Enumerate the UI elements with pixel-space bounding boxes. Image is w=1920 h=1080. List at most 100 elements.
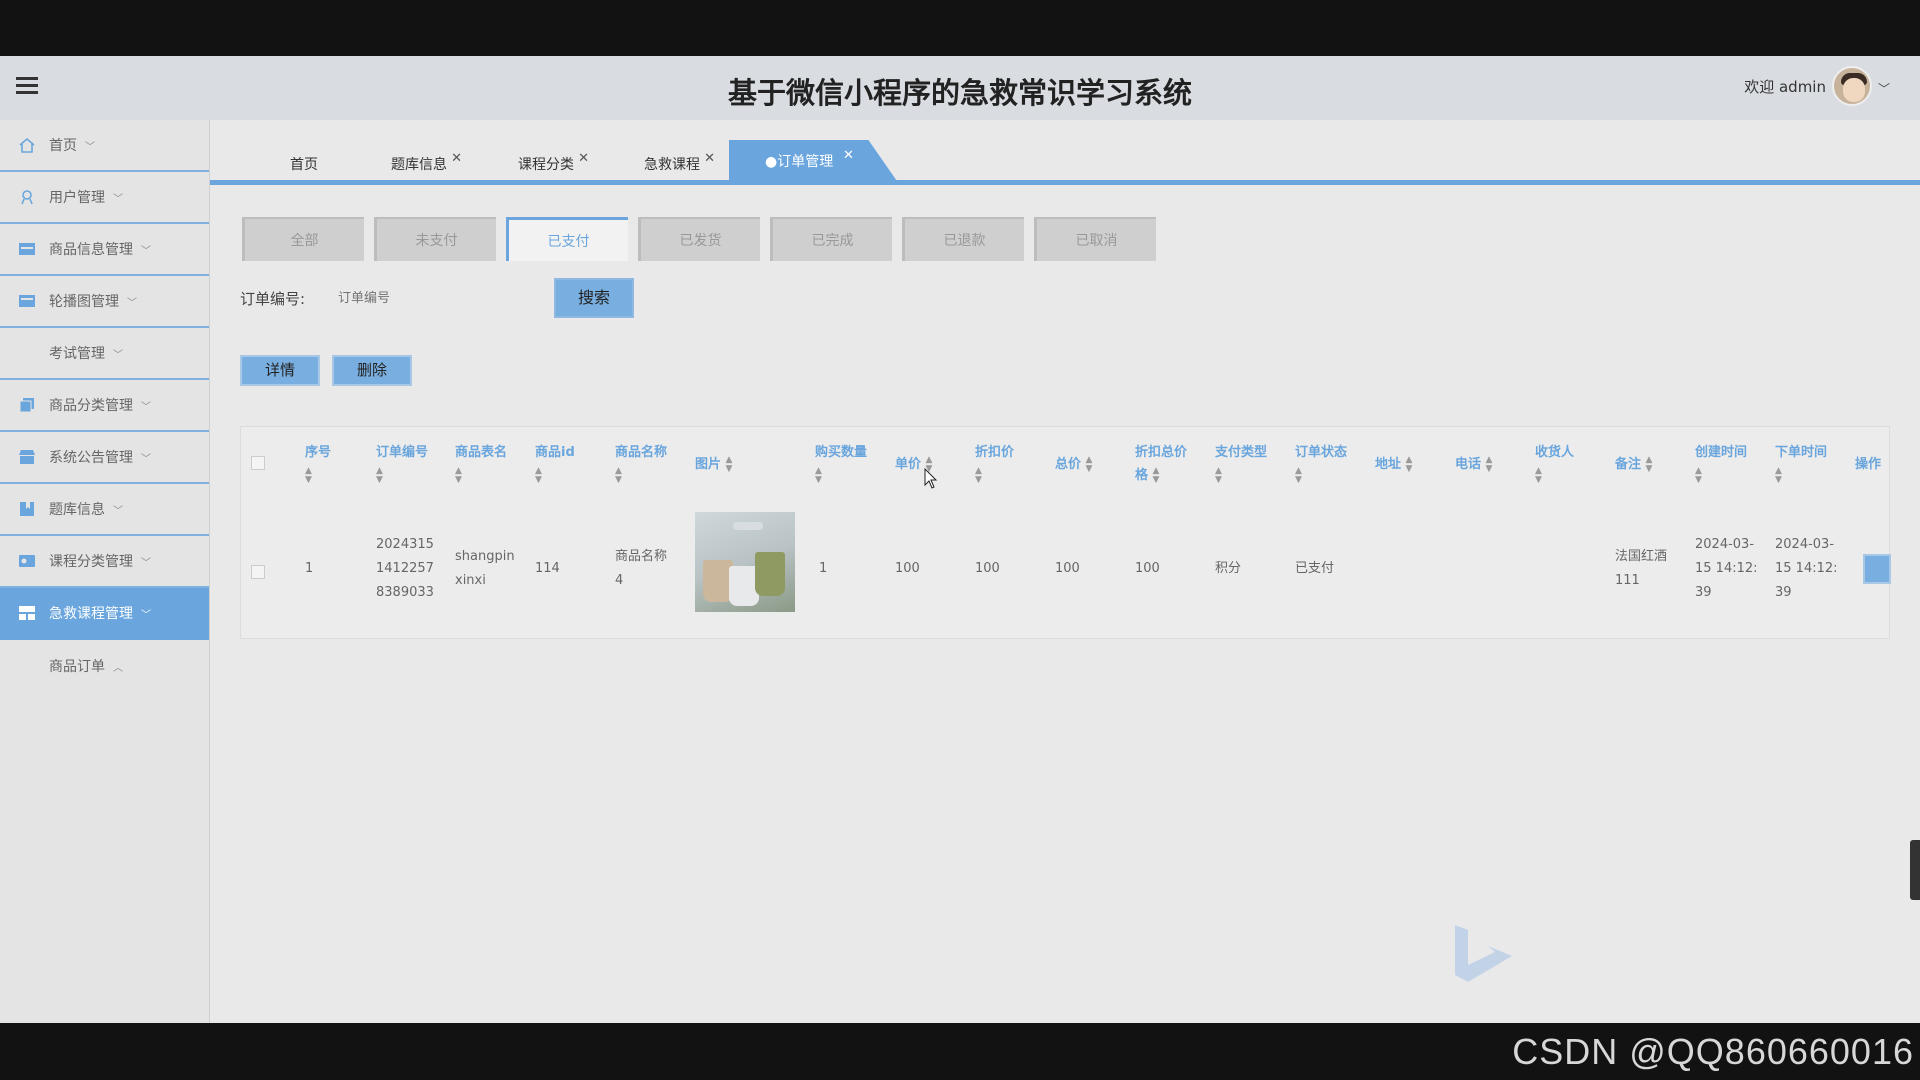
sidebar-item-question-bank[interactable]: 题库信息 ﹀	[0, 484, 209, 536]
sort-icon[interactable]: ▲ ▼	[305, 466, 312, 485]
sidebar-item-course-category[interactable]: 课程分类管理 ﹀	[0, 536, 209, 588]
filter-refunded-button[interactable]: 已退款	[902, 217, 1024, 261]
sidebar-item-label: 课程分类管理	[49, 554, 133, 570]
screen-top-bar	[0, 0, 1920, 56]
sort-icon[interactable]: ▲ ▼	[1646, 455, 1653, 474]
sort-icon[interactable]: ▲ ▼	[1775, 466, 1782, 485]
header-label: 格	[1135, 468, 1149, 483]
tab-underline	[210, 180, 1920, 185]
filter-paid-button[interactable]: 已支付	[506, 217, 628, 261]
side-scroll-handle[interactable]	[1910, 840, 1920, 900]
header-label: 商品名称	[615, 445, 668, 460]
close-icon[interactable]: ✕	[704, 142, 715, 176]
filter-unpaid-button[interactable]: 未支付	[374, 217, 496, 261]
bookmark-icon	[20, 502, 34, 516]
tab-question-bank[interactable]: 题库信息 ✕	[391, 148, 462, 182]
col-header-goods-id[interactable]: 商品id ▲ ▼	[535, 441, 575, 487]
header-label: 商品表名	[455, 445, 508, 460]
filter-all-button[interactable]: 全部	[242, 217, 364, 261]
col-header-index[interactable]: 序号 ▲ ▼	[305, 441, 331, 487]
col-header-goods-name[interactable]: 商品名称 ▲ ▼	[615, 441, 667, 487]
col-header-quantity[interactable]: 购买数量 ▲ ▼	[815, 441, 867, 487]
sort-icon[interactable]: ▲ ▼	[1486, 455, 1493, 474]
close-icon[interactable]: ✕	[451, 142, 462, 176]
cell-total: 100	[1055, 561, 1080, 576]
col-header-created[interactable]: 创建时间 ▲ ▼	[1695, 441, 1747, 487]
search-button[interactable]: 搜索	[554, 278, 634, 318]
sort-icon[interactable]: ▲ ▼	[975, 466, 982, 485]
sidebar-item-users[interactable]: 用户管理 ﹀	[0, 172, 209, 224]
sidebar-item-label: 系统公告管理	[49, 450, 133, 466]
sort-icon[interactable]: ▲ ▼	[376, 466, 383, 485]
header-label: 商品id	[535, 445, 575, 460]
sidebar-item-goods-category[interactable]: 商品分类管理 ﹀	[0, 380, 209, 432]
col-header-address[interactable]: 地址 ▲ ▼	[1375, 453, 1412, 476]
tab-label: 急救课程	[644, 157, 700, 173]
col-header-order-time[interactable]: 下单时间 ▲ ▼	[1775, 441, 1827, 487]
col-header-receiver[interactable]: 收货人 ▲ ▼	[1535, 441, 1574, 487]
sort-icon[interactable]: ▲ ▼	[726, 455, 733, 474]
col-header-order-no[interactable]: 订单编号 ▲ ▼	[376, 441, 428, 487]
cell-index: 1	[305, 561, 314, 576]
filter-shipped-button[interactable]: 已发货	[638, 217, 760, 261]
col-header-discount-price[interactable]: 折扣价 ▲ ▼	[975, 441, 1014, 487]
sort-icon[interactable]: ▲ ▼	[1153, 466, 1160, 485]
page-title: 基于微信小程序的急救常识学习系统	[727, 76, 1192, 110]
row-operation-button[interactable]	[1863, 554, 1891, 584]
sort-icon[interactable]: ▲ ▼	[615, 466, 622, 485]
sidebar-item-exams[interactable]: 考试管理 ﹀	[0, 328, 209, 380]
tab-order-management[interactable]: ●订单管理 ✕	[729, 140, 899, 184]
header-label: 总价	[1055, 457, 1082, 472]
col-header-pay-type[interactable]: 支付类型 ▲ ▼	[1215, 441, 1267, 487]
orders-table: 序号 ▲ ▼ 订单编号 ▲ ▼ 商品表名 ▲ ▼ 商品id ▲ ▼ 商品名称 ▲ ▼ 图片 ▲ ▼ 购…	[240, 426, 1891, 639]
col-header-image[interactable]: 图片 ▲ ▼	[695, 453, 732, 476]
sidebar-item-first-aid-courses[interactable]: 急救课程管理 ﹀	[0, 588, 209, 640]
sort-icon[interactable]: ▲ ▼	[1695, 466, 1702, 485]
tab-home[interactable]: 首页	[290, 148, 318, 182]
product-image[interactable]	[695, 512, 795, 612]
welcome-text: 欢迎 admin	[1744, 78, 1826, 96]
row-checkbox[interactable]	[251, 565, 265, 579]
delete-button[interactable]: 删除	[332, 355, 412, 386]
mouse-cursor-icon	[924, 468, 938, 489]
sort-icon[interactable]: ▲ ▼	[1215, 466, 1222, 485]
close-icon[interactable]: ✕	[843, 140, 854, 178]
header-label: 购买数量	[815, 445, 868, 460]
close-icon[interactable]: ✕	[578, 142, 589, 176]
select-all-checkbox[interactable]	[251, 456, 265, 470]
sidebar: 首页 ﹀ 用户管理 ﹀ 商品信息管理 ﹀ 轮播图管理 ﹀ 考试管理 ﹀ 商品分类管理 ﹀ 系…	[0, 120, 210, 1023]
sort-icon[interactable]: ▲ ▼	[1086, 455, 1093, 474]
sort-icon[interactable]: ▲ ▼	[815, 466, 822, 485]
order-number-input[interactable]	[330, 279, 540, 317]
sort-icon[interactable]: ▲ ▼	[535, 466, 542, 485]
tab-course-category[interactable]: 课程分类 ✕	[518, 148, 589, 182]
cell-goods-name: 商品名称 4	[615, 549, 668, 588]
sort-icon[interactable]: ▲ ▼	[455, 466, 462, 485]
filter-cancelled-button[interactable]: 已取消	[1034, 217, 1156, 261]
bing-logo-icon	[1455, 925, 1512, 982]
list-icon	[19, 243, 35, 255]
sidebar-subitem-goods-orders[interactable]: 商品订单 ︿	[0, 640, 209, 692]
detail-button[interactable]: 详情	[240, 355, 320, 386]
avatar[interactable]	[1832, 66, 1872, 106]
filter-completed-button[interactable]: 已完成	[770, 217, 892, 261]
sidebar-item-announcements[interactable]: 系统公告管理 ﹀	[0, 432, 209, 484]
sidebar-item-carousel[interactable]: 轮播图管理 ﹀	[0, 276, 209, 328]
col-header-phone[interactable]: 电话 ▲ ▼	[1455, 453, 1492, 476]
col-header-goods-table[interactable]: 商品表名 ▲ ▼	[455, 441, 507, 487]
col-header-remark[interactable]: 备注 ▲ ▼	[1615, 453, 1652, 476]
sidebar-item-goods-info[interactable]: 商品信息管理 ﹀	[0, 224, 209, 276]
col-header-order-status[interactable]: 订单状态 ▲ ▼	[1295, 441, 1347, 487]
sidebar-subitem-label: 商品订单	[49, 659, 105, 675]
col-header-discount-total[interactable]: 折扣总价格 ▲ ▼	[1135, 441, 1187, 487]
sort-icon[interactable]: ▲ ▼	[1295, 466, 1302, 485]
sidebar-item-label: 轮播图管理	[49, 294, 119, 310]
cell-order-status: 已支付	[1295, 561, 1335, 576]
tab-label: ●订单管理	[765, 154, 834, 170]
tab-first-aid-course[interactable]: 急救课程 ✕	[644, 148, 715, 182]
col-header-total[interactable]: 总价 ▲ ▼	[1055, 453, 1092, 476]
sidebar-item-home[interactable]: 首页 ﹀	[0, 120, 209, 172]
sort-icon[interactable]: ▲ ▼	[1535, 466, 1542, 485]
chevron-down-icon[interactable]: ﹀	[1878, 80, 1890, 97]
sort-icon[interactable]: ▲ ▼	[1406, 455, 1413, 474]
